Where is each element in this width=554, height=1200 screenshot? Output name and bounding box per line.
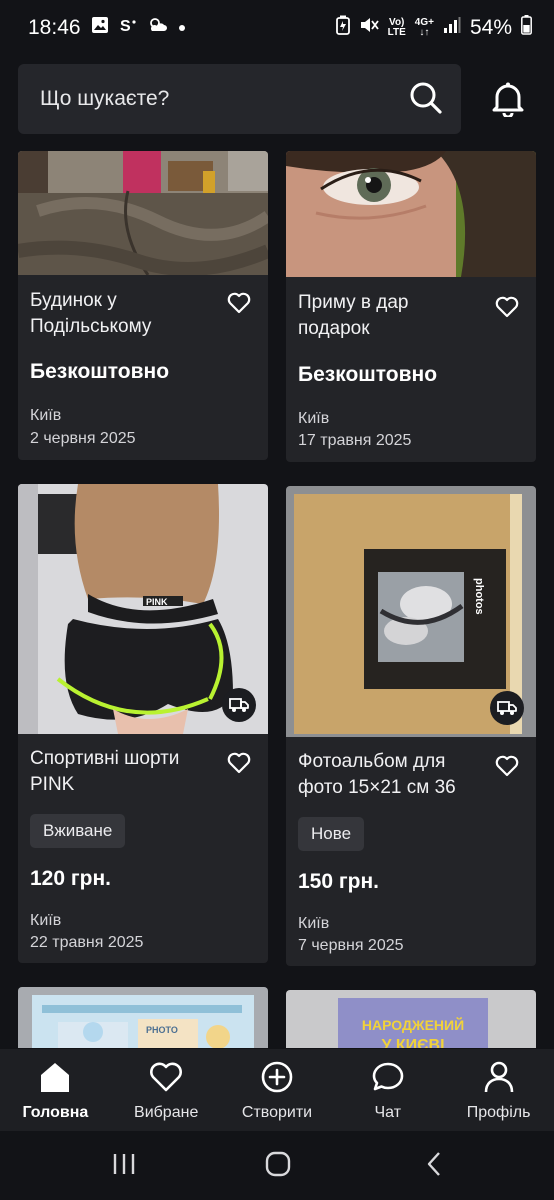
status-bar: 18:46 S Vo) LTE 4G+ ↓↑ 54%: [0, 0, 554, 56]
battery-icon: [521, 15, 532, 41]
listing-card[interactable]: НАРОДЖЕНИЙ У КИЄВІ: [286, 990, 536, 1048]
screen: 18:46 S Vo) LTE 4G+ ↓↑ 54% Що шукаєте? Б…: [0, 0, 554, 1200]
photo-frame-text: PHOTO: [146, 1025, 178, 1035]
listing-date: 22 травня 2025: [30, 934, 144, 951]
listing-card[interactable]: photos Фотоальбом для фото 15×21 см 36 Н…: [286, 486, 536, 966]
listing-city: Київ: [298, 915, 330, 932]
listing-image[interactable]: [286, 151, 536, 277]
search-icon[interactable]: [409, 81, 443, 120]
favorite-heart-icon[interactable]: [227, 752, 251, 779]
recent-apps-icon[interactable]: [111, 1151, 137, 1182]
nav-item-favorites[interactable]: Вибране: [111, 1049, 222, 1131]
back-icon[interactable]: [424, 1151, 446, 1182]
notifications-bell-icon[interactable]: [491, 81, 525, 122]
search-input[interactable]: [40, 87, 461, 111]
listing-city: Київ: [30, 407, 62, 424]
nav-item-chat[interactable]: Чат: [332, 1049, 443, 1131]
heart-icon: [149, 1061, 183, 1098]
nav-item-create[interactable]: Створити: [222, 1049, 333, 1131]
plus-circle-icon: [260, 1061, 294, 1098]
listing-title: Будинок у Подільському: [30, 290, 152, 337]
nav-label-create: Створити: [241, 1104, 313, 1121]
listing-date: 7 червня 2025: [298, 937, 404, 954]
status-time: 18:46: [28, 16, 81, 39]
s-app-icon: S: [119, 16, 137, 40]
listing-card[interactable]: PHOTO: [18, 987, 268, 1048]
gallery-icon: [91, 16, 109, 40]
delivery-truck-icon: [490, 691, 524, 725]
listing-price: Безкоштовно: [298, 363, 438, 386]
listing-image[interactable]: [18, 151, 268, 275]
user-icon: [482, 1061, 516, 1098]
delivery-truck-icon: [222, 688, 256, 722]
favorite-heart-icon[interactable]: [495, 755, 519, 782]
svg-text:S: S: [120, 18, 131, 34]
book-cover-text-line2: У КИЄВІ: [381, 1037, 444, 1048]
nav-label-home: Головна: [22, 1104, 89, 1121]
battery-percent: 54%: [469, 16, 512, 39]
nav-label-profile: Профіль: [466, 1104, 531, 1121]
book-cover-text-line1: НАРОДЖЕНИЙ: [362, 1016, 464, 1033]
listing-title: Фотоальбом для фото 15×21 см 36: [298, 751, 456, 798]
listing-price: 150 грн.: [298, 870, 379, 893]
listing-image[interactable]: PINK: [18, 484, 268, 734]
listing-title: Спортивні шорти PINK: [30, 748, 180, 795]
listing-price: 120 грн.: [30, 867, 111, 890]
favorite-heart-icon[interactable]: [227, 292, 251, 319]
listing-date: 17 травня 2025: [298, 432, 412, 449]
condition-badge: Нове: [298, 817, 365, 851]
search-bar[interactable]: [18, 64, 461, 134]
listing-card[interactable]: Будинок у Подільському Безкоштовно Київ …: [18, 151, 268, 460]
volte-indicator: Vo) LTE: [387, 17, 406, 38]
listing-image[interactable]: PHOTO: [18, 987, 268, 1048]
battery-saver-icon: [335, 15, 350, 41]
favorite-heart-icon[interactable]: [495, 296, 519, 323]
chat-icon: [371, 1061, 405, 1098]
weather-icon: [147, 16, 169, 40]
nav-label-favorites: Вибране: [134, 1104, 199, 1121]
listing-image[interactable]: photos: [286, 486, 536, 737]
listing-date: 2 червня 2025: [30, 430, 136, 447]
home-button-icon[interactable]: [265, 1151, 291, 1182]
svg-text:PINK: PINK: [146, 597, 168, 607]
system-navigation-bar: [0, 1131, 554, 1200]
listing-city: Київ: [30, 912, 62, 929]
nav-label-chat: Чат: [374, 1104, 402, 1121]
listing-card[interactable]: Приму в дар подарок Безкоштовно Київ 17 …: [286, 151, 536, 462]
mute-icon: [359, 16, 379, 40]
nav-item-home[interactable]: Головна: [0, 1049, 111, 1131]
header: [0, 64, 554, 134]
home-icon: [38, 1061, 72, 1098]
listings-feed: Будинок у Подільському Безкоштовно Київ …: [0, 151, 554, 1048]
album-cover-text: photos: [473, 578, 485, 615]
nav-item-profile[interactable]: Профіль: [443, 1049, 554, 1131]
listing-city: Київ: [298, 410, 330, 427]
network-type-indicator: 4G+ ↓↑: [414, 17, 434, 38]
listing-price: Безкоштовно: [30, 360, 170, 383]
listing-title: Приму в дар подарок: [298, 292, 409, 339]
bottom-navigation: Головна Вибране Створити Чат Профіль: [0, 1049, 554, 1131]
condition-badge: Вживане: [30, 814, 126, 848]
signal-icon: [443, 16, 461, 40]
listing-image[interactable]: НАРОДЖЕНИЙ У КИЄВІ: [286, 990, 536, 1048]
notification-dot: [178, 25, 185, 31]
listing-card[interactable]: PINK Спортивні шорти PINK Вживане 120 гр…: [18, 484, 268, 963]
